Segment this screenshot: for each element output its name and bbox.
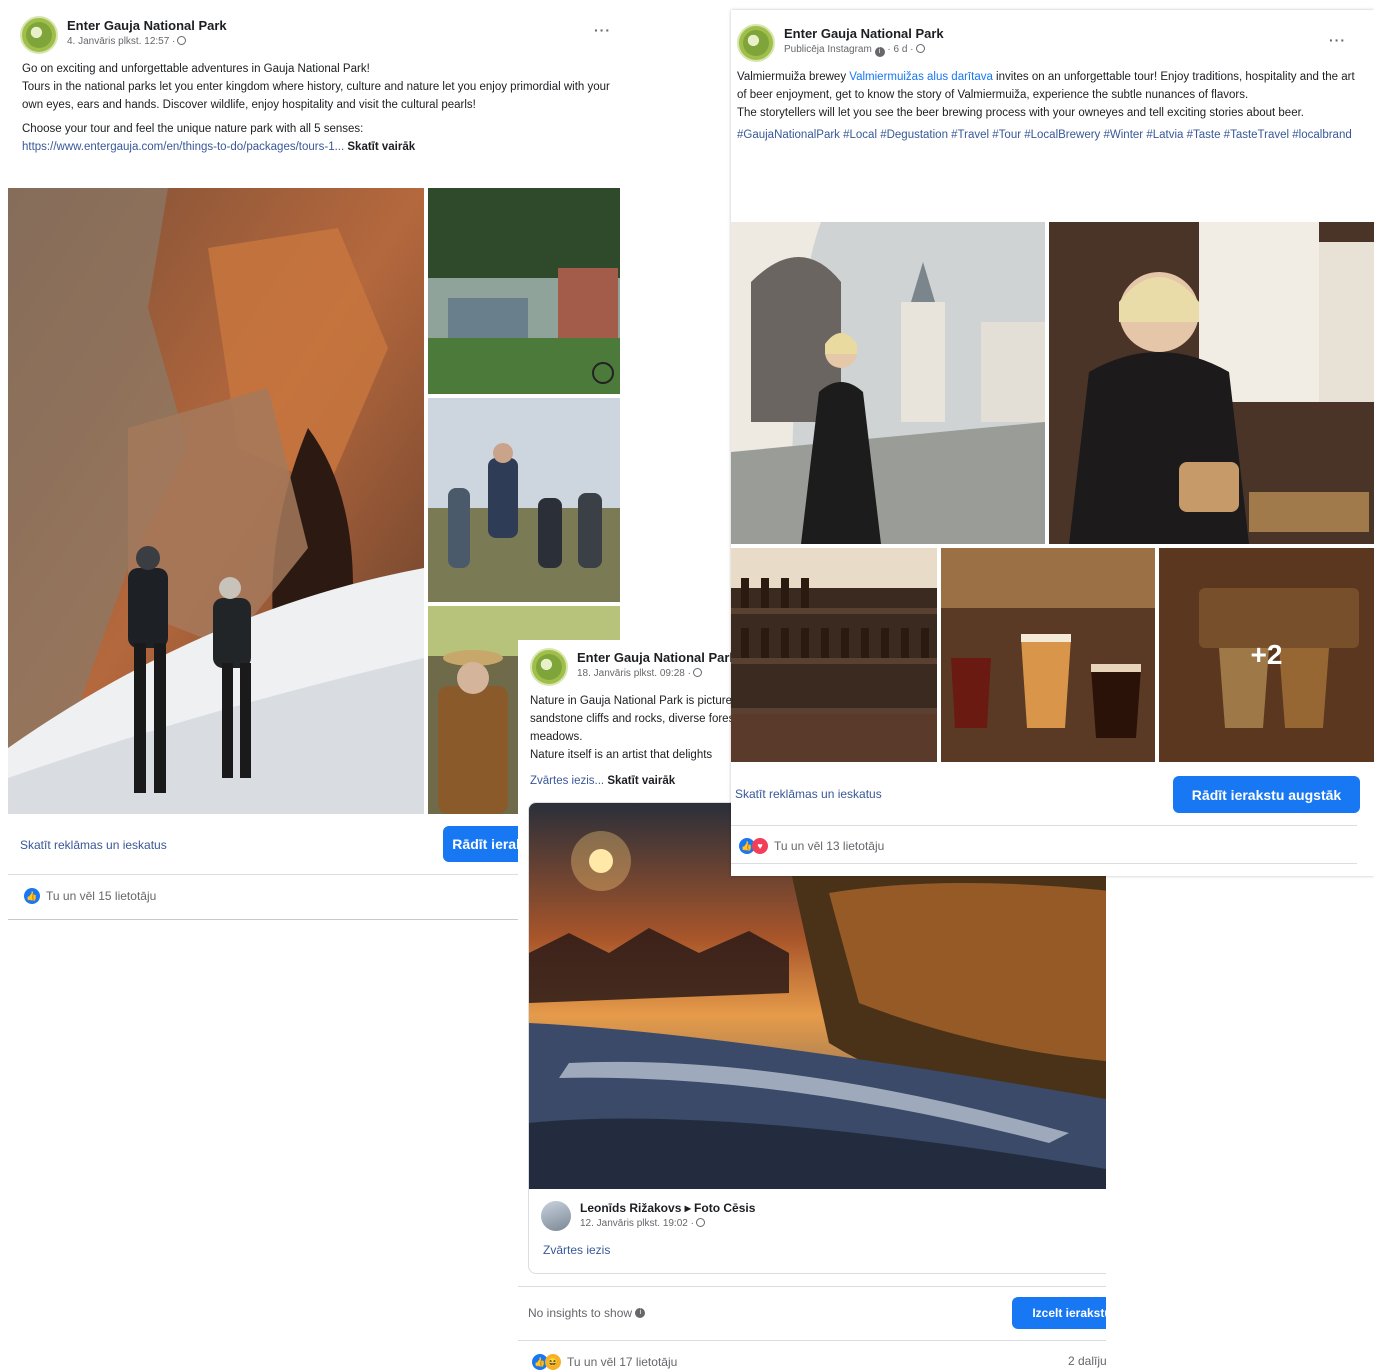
post-body: Valmiermuiža brewey Valmiermuižas alus d… xyxy=(737,71,1355,141)
page-name[interactable]: Enter Gauja National Park xyxy=(577,650,737,665)
divider xyxy=(518,1286,1106,1287)
post-date[interactable]: 4. Janvāris plkst. 12:57 · xyxy=(67,36,227,47)
no-insights: No insights to show i xyxy=(528,1306,646,1320)
post-date[interactable]: 18. Janvāris plkst. 09:28 · xyxy=(577,668,737,679)
boost-post-button[interactable]: Rādīt ierakstu augstāk xyxy=(1173,776,1360,813)
haha-reaction-icon: 😆 xyxy=(545,1354,561,1370)
post-meta[interactable]: Publicēja Instagram i · 6 d · xyxy=(784,44,944,57)
info-icon: i xyxy=(874,47,885,57)
divider xyxy=(731,863,1357,864)
post-text-p2: The storytellers will let you see the be… xyxy=(737,107,1304,119)
photo-town-park[interactable] xyxy=(428,188,620,394)
photo-guide-product[interactable] xyxy=(1049,222,1374,544)
shared-author-header: Leonīds Rižakovs ▸ Foto Cēsis 12. Janvār… xyxy=(541,1201,755,1231)
page-name[interactable]: Enter Gauja National Park xyxy=(67,18,227,33)
see-ads-insights-link[interactable]: Skatīt reklāmas un ieskatus xyxy=(735,787,882,801)
see-more-link[interactable]: Skatīt vairāk xyxy=(607,775,675,787)
more-options-icon[interactable]: ··· xyxy=(594,22,611,38)
photo-guide-courtyard[interactable] xyxy=(731,222,1045,544)
photo-bottle-shelf[interactable] xyxy=(731,548,937,762)
see-more-link[interactable]: Skatīt vairāk xyxy=(347,141,415,153)
place-link[interactable]: Zvārtes iezis... xyxy=(530,775,604,787)
post-header: Enter Gauja National Park 18. Janvāris p… xyxy=(530,648,737,686)
brewery-page-link[interactable]: Valmiermuižas alus darītava xyxy=(849,71,993,83)
shared-place-link[interactable]: Zvārtes iezis xyxy=(543,1243,610,1257)
post-place-line: Zvārtes iezis... Skatīt vairāk xyxy=(530,772,675,790)
post-body: Go on exciting and unforgettable adventu… xyxy=(22,60,612,162)
globe-icon xyxy=(177,36,187,45)
post-text-p2: Tours in the national parks let you ente… xyxy=(22,81,610,111)
post-text-p3: Choose your tour and feel the unique nat… xyxy=(22,123,364,135)
post-text-p1: Go on exciting and unforgettable adventu… xyxy=(22,63,370,75)
page-avatar[interactable] xyxy=(20,16,58,54)
photo-cheers-more[interactable]: +2 xyxy=(1159,548,1374,762)
post-url-link[interactable]: https://www.entergauja.com/en/things-to-… xyxy=(22,141,344,153)
globe-icon xyxy=(692,668,702,677)
globe-icon xyxy=(915,44,925,53)
post-text-line3: meadows. xyxy=(530,731,583,743)
photo-sandstone-cave[interactable] xyxy=(8,188,424,814)
love-reaction-icon: ♥ xyxy=(752,838,768,854)
post-text-line4: Nature itself is an artist that delights xyxy=(530,749,713,761)
divider xyxy=(731,825,1357,826)
divider xyxy=(518,1340,1106,1341)
post-header: Enter Gauja National Park 4. Janvāris pl… xyxy=(20,16,227,54)
more-options-icon[interactable]: ··· xyxy=(1329,32,1346,48)
see-ads-insights-link[interactable]: Skatīt reklāmas un ieskatus xyxy=(20,838,167,852)
boost-post-button[interactable]: Izcelt ierakstu xyxy=(1012,1297,1106,1329)
post-header: Enter Gauja National Park Publicēja Inst… xyxy=(737,24,944,62)
shared-date[interactable]: 12. Janvāris plkst. 19:02 · xyxy=(580,1218,755,1229)
like-reaction-icon: 👍 xyxy=(24,888,40,904)
reactions-summary[interactable]: 👍 ♥ Tu un vēl 13 lietotāju xyxy=(739,838,884,854)
page-avatar[interactable] xyxy=(737,24,775,62)
page-avatar[interactable] xyxy=(530,648,568,686)
info-icon[interactable]: i xyxy=(635,1308,646,1318)
shared-author[interactable]: Leonīds Rižakovs ▸ Foto Cēsis xyxy=(580,1201,755,1215)
post-card-brewery: Enter Gauja National Park Publicēja Inst… xyxy=(731,10,1374,876)
page-name[interactable]: Enter Gauja National Park xyxy=(784,26,944,41)
hashtags[interactable]: #GaujaNationalPark #Local #Degustation #… xyxy=(737,129,1352,141)
reactions-summary[interactable]: 👍 Tu un vēl 15 lietotāju xyxy=(24,888,156,904)
photo-beer-glasses[interactable] xyxy=(941,548,1155,762)
reactions-summary[interactable]: 👍 😆 Tu un vēl 17 lietotāju xyxy=(532,1354,677,1370)
shares-count[interactable]: 2 dalījumi xyxy=(1068,1354,1106,1368)
photo-birdwatchers[interactable] xyxy=(428,398,620,602)
author-avatar[interactable] xyxy=(541,1201,571,1231)
more-photos-count[interactable]: +2 xyxy=(1159,548,1374,762)
globe-icon xyxy=(695,1218,705,1227)
